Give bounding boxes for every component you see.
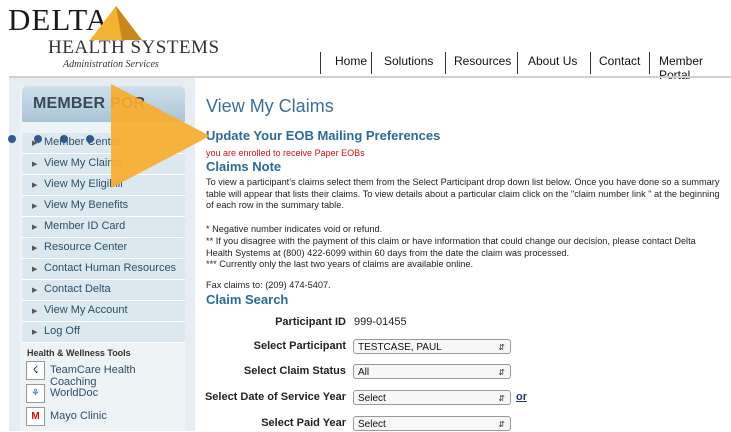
sidebar-item-view-my-eligibility[interactable]: ▶ View My Eligibili — [22, 175, 185, 196]
teamcare-icon: ☇ — [26, 361, 45, 380]
note-two-years: *** Currently only the last two years of… — [206, 259, 474, 269]
sidebar-item-log-off[interactable]: ▶ Log Off — [22, 322, 185, 343]
paid-year-label: Select Paid Year — [261, 417, 346, 429]
select-participant-label: Select Participant — [253, 340, 346, 352]
sidebar-item-member-center[interactable]: ▶ Member Center — [22, 133, 185, 154]
or-link[interactable]: or — [516, 391, 527, 403]
sidebar-item-view-my-account[interactable]: ▶ View My Account — [22, 301, 185, 322]
claims-note-heading: Claims Note — [206, 159, 282, 174]
claims-instructions: To view a participant's claims select th… — [206, 177, 720, 210]
update-eob-link[interactable]: Update Your EOB Mailing Preferences — [206, 128, 440, 143]
participant-id-value: 999-01455 — [354, 316, 407, 328]
updown-icon: ⇵ — [498, 368, 505, 377]
participant-id-label: Participant ID — [275, 316, 346, 328]
triangle-right-icon: ▶ — [32, 329, 38, 336]
page-title: View My Claims — [206, 96, 334, 116]
health-wellness-heading: Health & Wellness Tools — [27, 348, 131, 358]
updown-icon: ⇵ — [498, 343, 505, 352]
claim-status-label: Select Claim Status — [243, 365, 346, 377]
fax-note: Fax claims to: (209) 474-5407. — [206, 280, 331, 290]
hw-item-mayo-clinic[interactable]: M Mayo Clinic — [22, 407, 185, 429]
dos-year-label: Select Date of Service Year — [204, 391, 346, 403]
triangle-right-icon: ▶ — [32, 287, 38, 294]
claim-status-select[interactable]: All ⇵ — [353, 364, 511, 379]
main-content: View My Claims Update Your EOB Mailing P… — [205, 0, 731, 431]
triangle-right-icon: ▶ — [32, 182, 38, 189]
participant-select[interactable]: TESTCASE, PAUL ⇵ — [353, 339, 511, 354]
dos-year-select[interactable]: Select ⇵ — [353, 390, 511, 405]
sidebar-item-contact-delta[interactable]: ▶ Contact Delta — [22, 280, 185, 301]
mayo-clinic-icon: M — [26, 407, 45, 426]
triangle-right-icon: ▶ — [32, 224, 38, 231]
worlddoc-icon: ⚘ — [26, 384, 45, 403]
note-disagree: ** If you disagree with the payment of t… — [206, 236, 696, 258]
hw-item-worlddoc[interactable]: ⚘ WorldDoc — [22, 384, 185, 406]
eob-enrolled-notice: you are enrolled to receive Paper EOBs — [206, 148, 365, 158]
triangle-right-icon: ▶ — [32, 161, 38, 168]
sidebar-item-view-my-claims[interactable]: ▶ View My Claims — [22, 154, 185, 175]
sidebar-item-resource-center[interactable]: ▶ Resource Center — [22, 238, 185, 259]
sidebar-header: MEMBER POR — [22, 86, 185, 122]
updown-icon: ⇵ — [498, 394, 505, 403]
updown-icon: ⇵ — [498, 420, 505, 429]
hw-item-teamcare[interactable]: ☇ TeamCare Health Coaching — [22, 361, 185, 388]
sidebar-item-view-my-benefits[interactable]: ▶ View My Benefits — [22, 196, 185, 217]
claim-search-heading: Claim Search — [206, 292, 289, 307]
paid-year-select[interactable]: Select ⇵ — [353, 416, 511, 431]
note-negative: * Negative number indicates void or refu… — [206, 224, 383, 234]
sidebar-title: MEMBER POR — [33, 95, 146, 112]
triangle-right-icon: ▶ — [32, 203, 38, 210]
sidebar-item-contact-hr[interactable]: ▶ Contact Human Resources — [22, 259, 185, 280]
triangle-right-icon: ▶ — [32, 245, 38, 252]
logo-sail-icon — [90, 6, 142, 40]
triangle-right-icon: ▶ — [32, 266, 38, 273]
triangle-right-icon: ▶ — [32, 308, 38, 315]
sidebar-item-member-id-card[interactable]: ▶ Member ID Card — [22, 217, 185, 238]
triangle-right-icon: ▶ — [32, 140, 38, 147]
